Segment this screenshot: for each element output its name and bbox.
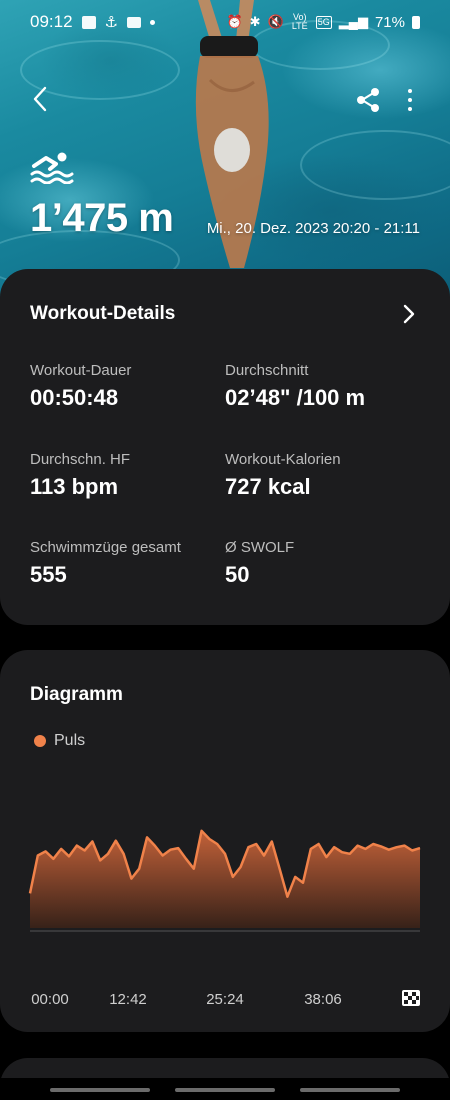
metric-label: Workout-Kalorien <box>225 451 341 468</box>
metric-calories: Workout-Kalorien 727 kcal <box>225 451 341 500</box>
x-tick-label: 00:00 <box>31 991 69 1008</box>
metric-value: 50 <box>225 562 250 587</box>
metric-value: 727 kcal <box>225 474 311 499</box>
navigation-bar <box>0 1078 450 1100</box>
metric-label: Workout-Dauer <box>30 362 132 379</box>
alarm-icon: ⏰ <box>226 14 243 29</box>
volte-indicator: Vo) LTE <box>291 12 308 31</box>
heart-rate-chart: 00:00 12:42 25:24 38:06 <box>28 829 421 1008</box>
metric-value: 00:50:48 <box>30 385 119 410</box>
workout-details-title: Workout-Details <box>30 303 176 324</box>
hero-header: 09:12 ⚓ ⏰ ✱ 🔇 Vo) LTE 5G ▂▄▆ 71% 1’475 m… <box>0 0 450 300</box>
metric-duration: Workout-Dauer 00:50:48 <box>30 362 131 411</box>
x-tick-label: 38:06 <box>304 991 342 1008</box>
signal-icon: ▂▄▆ <box>338 14 368 29</box>
nav-recents-button[interactable] <box>50 1088 150 1092</box>
swimming-icon <box>30 152 74 184</box>
dot <box>408 107 412 111</box>
metric-value: 113 bpm <box>30 474 119 499</box>
gallery-notification-icon <box>81 15 96 29</box>
metric-label: Schwimmzüge gesamt <box>30 539 181 556</box>
chart-card: Diagramm Puls 00:00 12:42 25:24 38:06 <box>0 650 450 1032</box>
app-notification-icon: ⚓ <box>104 14 118 31</box>
mail-notification-icon <box>127 16 141 28</box>
workout-distance: 1’475 m <box>30 196 174 240</box>
workout-details-card[interactable]: Workout-Details Workout-Dauer 00:50:48 D… <box>0 269 450 625</box>
network-type-indicator: 5G <box>315 15 332 29</box>
back-button[interactable] <box>25 84 55 114</box>
metric-pace: Durchschnitt 02’48" /100 m <box>225 362 365 411</box>
finish-flag-icon <box>402 990 420 1006</box>
status-time: 09:12 <box>30 12 73 31</box>
more-notifications-icon <box>150 19 155 25</box>
metric-swolf: Ø SWOLF 50 <box>225 539 294 588</box>
bluetooth-icon: ✱ <box>249 14 261 29</box>
metric-value: 555 <box>30 562 67 587</box>
metric-label: Ø SWOLF <box>225 539 295 556</box>
more-options-button[interactable] <box>399 86 421 114</box>
nav-back-button[interactable] <box>300 1088 400 1092</box>
battery-icon <box>412 15 420 29</box>
metric-label: Durchschn. HF <box>30 451 131 468</box>
dot <box>408 89 412 93</box>
mute-icon: 🔇 <box>267 14 284 29</box>
battery-percent: 71% <box>374 13 405 31</box>
dot <box>408 98 412 102</box>
metric-strokes: Schwimmzüge gesamt 555 <box>30 539 181 588</box>
metric-heart-rate: Durchschn. HF 113 bpm <box>30 451 130 500</box>
water-ripple <box>300 130 450 200</box>
chevron-left-icon <box>33 86 47 112</box>
workout-datetime: Mi., 20. Dez. 2023 20:20 - 21:11 <box>206 220 420 237</box>
share-icon[interactable] <box>354 86 382 114</box>
metric-value: 02’48" /100 m <box>225 385 366 410</box>
status-bar: 09:12 ⚓ ⏰ ✱ 🔇 Vo) LTE 5G ▂▄▆ 71% <box>0 0 450 44</box>
x-tick-label: 12:42 <box>109 991 147 1008</box>
x-tick-label: 25:24 <box>206 991 244 1008</box>
chevron-right-icon[interactable] <box>398 303 420 325</box>
metric-label: Durchschnitt <box>225 362 309 379</box>
nav-home-button[interactable] <box>175 1088 275 1092</box>
